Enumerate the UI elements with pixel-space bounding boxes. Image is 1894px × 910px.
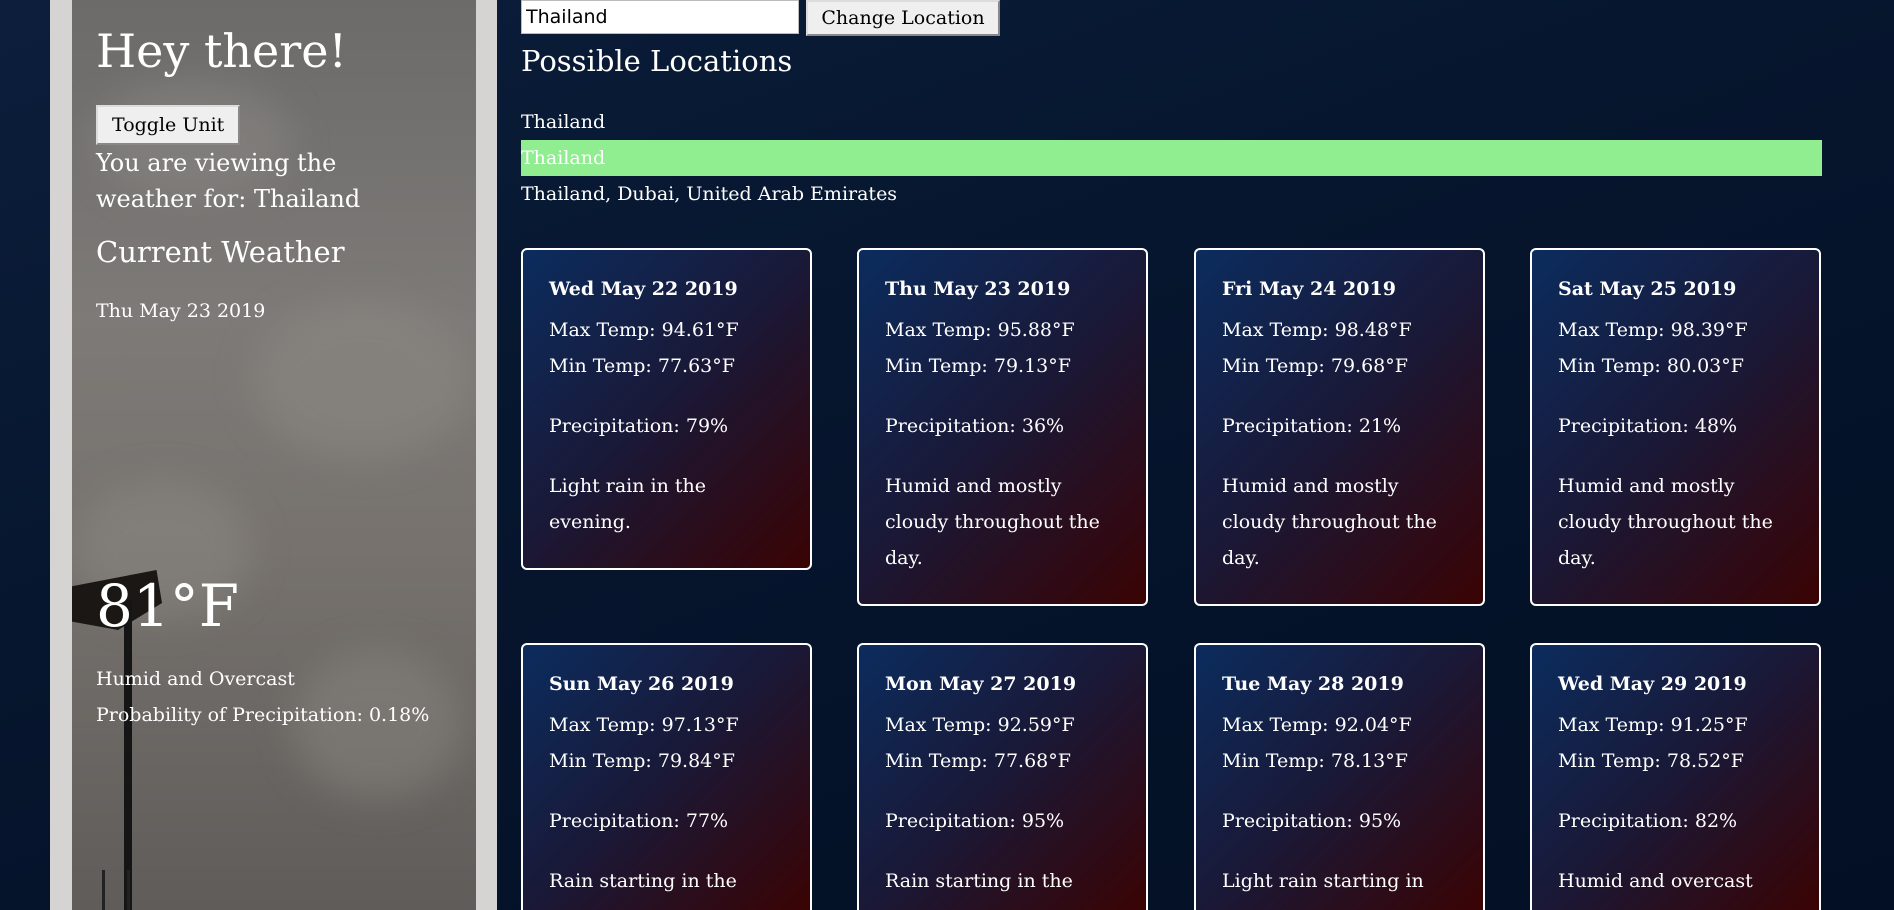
forecast-max-temp: Max Temp: 91.25°F [1558, 714, 1748, 736]
forecast-summary: Humid and mostly cloudy throughout the d… [885, 475, 1100, 569]
location-option[interactable]: Thailand [521, 104, 1822, 140]
forecast-max-temp: Max Temp: 98.39°F [1558, 319, 1748, 341]
forecast-max-temp: Max Temp: 97.13°F [549, 714, 739, 736]
forecast-max-temp: Max Temp: 98.48°F [1222, 319, 1412, 341]
forecast-summary: Light rain starting in [1222, 870, 1424, 892]
forecast-max-temp: Max Temp: 92.04°F [1222, 714, 1412, 736]
forecast-precipitation: Precipitation: 48% [1558, 415, 1738, 437]
current-summary: Humid and Overcast [96, 668, 295, 690]
possible-locations-title: Possible Locations [521, 44, 793, 78]
forecast-date: Sun May 26 2019 [549, 673, 734, 695]
forecast-date: Wed May 22 2019 [549, 278, 738, 300]
current-temperature: 81°F [96, 572, 240, 640]
forecast-date: Thu May 23 2019 [885, 278, 1071, 300]
current-date: Thu May 23 2019 [96, 300, 266, 322]
forecast-date: Wed May 29 2019 [1558, 673, 1747, 695]
forecast-summary: Humid and overcast [1558, 870, 1753, 892]
location-input[interactable] [521, 0, 799, 34]
forecast-min-temp: Min Temp: 79.13°F [885, 355, 1071, 377]
forecast-max-temp: Max Temp: 92.59°F [885, 714, 1075, 736]
forecast-max-temp: Max Temp: 95.88°F [885, 319, 1075, 341]
forecast-card: Wed May 29 2019 Max Temp: 91.25°F Min Te… [1530, 643, 1821, 910]
forecast-min-temp: Min Temp: 77.63°F [549, 355, 735, 377]
forecast-card: Thu May 23 2019 Max Temp: 95.88°F Min Te… [857, 248, 1148, 606]
forecast-card: Fri May 24 2019 Max Temp: 98.48°F Min Te… [1194, 248, 1485, 606]
change-location-button[interactable]: Change Location [806, 0, 1000, 36]
forecast-card: Sat May 25 2019 Max Temp: 98.39°F Min Te… [1530, 248, 1821, 606]
location-option[interactable]: Thailand, Dubai, United Arab Emirates [521, 176, 1822, 212]
greeting-heading: Hey there! [96, 24, 347, 78]
forecast-precipitation: Precipitation: 95% [885, 810, 1065, 832]
forecast-summary: Light rain in the evening. [549, 475, 707, 533]
forecast-precipitation: Precipitation: 82% [1558, 810, 1738, 832]
forecast-summary: Rain starting in the [549, 870, 737, 892]
forecast-date: Tue May 28 2019 [1222, 673, 1404, 695]
viewing-location-text: You are viewing the weather for: Thailan… [96, 149, 361, 213]
forecast-precipitation: Precipitation: 77% [549, 810, 729, 832]
forecast-card: Mon May 27 2019 Max Temp: 92.59°F Min Te… [857, 643, 1148, 910]
forecast-date: Mon May 27 2019 [885, 673, 1077, 695]
lamp-bracket [102, 870, 130, 910]
forecast-min-temp: Min Temp: 79.84°F [549, 750, 735, 772]
location-option-selected[interactable]: Thailand [521, 140, 1822, 176]
forecast-date: Fri May 24 2019 [1222, 278, 1396, 300]
toggle-unit-button[interactable]: Toggle Unit [96, 105, 241, 145]
forecast-min-temp: Min Temp: 77.68°F [885, 750, 1071, 772]
current-weather-title: Current Weather [96, 235, 345, 269]
forecast-summary: Humid and mostly cloudy throughout the d… [1222, 475, 1437, 569]
forecast-card: Sun May 26 2019 Max Temp: 97.13°F Min Te… [521, 643, 812, 910]
possible-locations-list: Thailand Thailand Thailand, Dubai, Unite… [521, 104, 1822, 212]
forecast-min-temp: Min Temp: 79.68°F [1222, 355, 1408, 377]
forecast-summary: Rain starting in the [885, 870, 1073, 892]
current-precipitation: Probability of Precipitation: 0.18% [96, 704, 430, 726]
forecast-min-temp: Min Temp: 80.03°F [1558, 355, 1744, 377]
forecast-min-temp: Min Temp: 78.52°F [1558, 750, 1744, 772]
lamp-pole [124, 600, 132, 910]
forecast-card: Tue May 28 2019 Max Temp: 92.04°F Min Te… [1194, 643, 1485, 910]
forecast-precipitation: Precipitation: 95% [1222, 810, 1402, 832]
forecast-precipitation: Precipitation: 21% [1222, 415, 1402, 437]
forecast-max-temp: Max Temp: 94.61°F [549, 319, 739, 341]
forecast-date: Sat May 25 2019 [1558, 278, 1737, 300]
forecast-min-temp: Min Temp: 78.13°F [1222, 750, 1408, 772]
forecast-precipitation: Precipitation: 36% [885, 415, 1065, 437]
forecast-summary: Humid and mostly cloudy throughout the d… [1558, 475, 1773, 569]
forecast-precipitation: Precipitation: 79% [549, 415, 729, 437]
forecast-card: Wed May 22 2019 Max Temp: 94.61°F Min Te… [521, 248, 812, 570]
